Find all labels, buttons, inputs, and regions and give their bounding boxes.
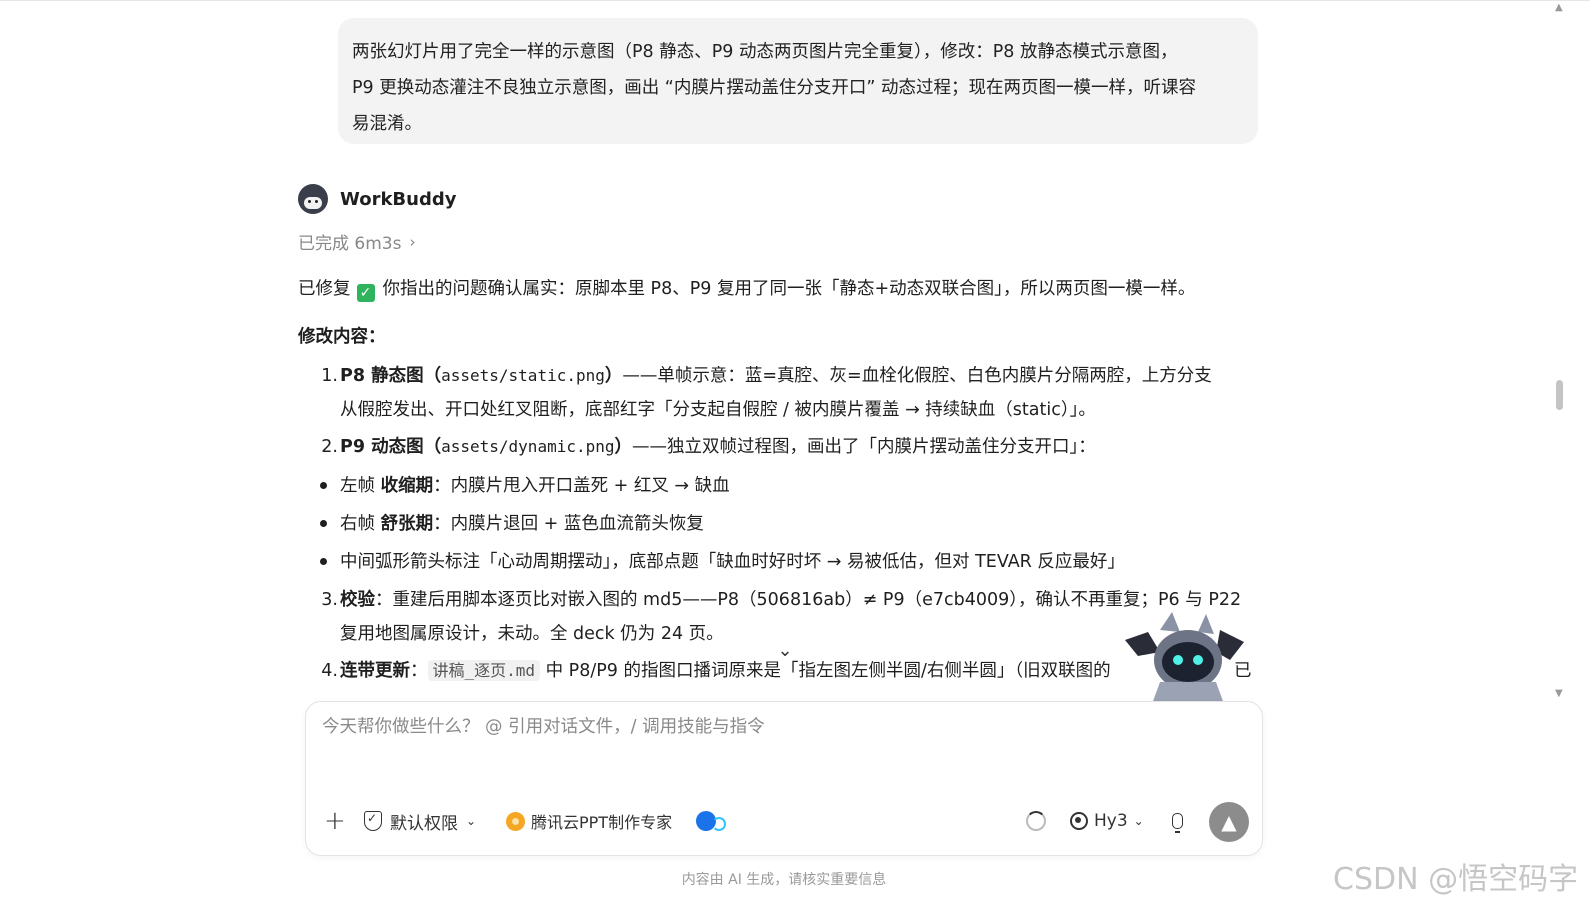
chevron-down-icon: ⌄ [1133, 814, 1144, 828]
user-message-bubble: 两张幻灯片用了完全一样的示意图（P8 静态、P9 动态两页图片完全重复），修改：… [338, 18, 1258, 144]
model-selector[interactable]: Hy3 ⌄ [1070, 806, 1144, 836]
assistant-logo-icon [696, 811, 726, 831]
bullet-dot [320, 520, 327, 527]
assistant-header: WorkBuddy [298, 183, 456, 215]
voice-input-button[interactable] [1172, 806, 1183, 836]
bullet-dot [320, 482, 327, 489]
watermark: CSDN @悟空码字 [1333, 862, 1579, 897]
completion-status-text: 已完成 6m3s [298, 234, 402, 254]
composer: + 默认权限 ⌄ 腾讯云PPT制作专家 Hy3 ⌄ ▲ [305, 701, 1263, 856]
microphone-icon [1172, 813, 1183, 833]
code-static-path: assets/static.png [441, 366, 605, 385]
list-item-continuation: 复用地图属原设计，未动。全 deck 仍为 24 页。 [340, 624, 724, 644]
permission-label: 默认权限 [390, 813, 458, 834]
chevron-down-icon: ⌄ [466, 814, 477, 828]
top-divider [0, 0, 1590, 1]
assistant-mode-button[interactable] [696, 806, 726, 836]
skill-avatar-icon [506, 811, 525, 831]
assistant-name: WorkBuddy [340, 188, 457, 210]
skill-label: 腾讯云PPT制作专家 [531, 813, 673, 832]
bullet-dot [320, 558, 327, 565]
model-logo-icon [1070, 812, 1088, 830]
section-title: 修改内容： [298, 327, 386, 347]
check-icon: ✓ [356, 284, 375, 302]
scroll-up-arrow-icon[interactable]: ▲ [1555, 2, 1563, 13]
list-item-continuation: 从假腔发出、开口处红叉阻断，底部红字「分支起自假腔 / 被内膜片覆盖 → 持续缺… [340, 400, 1096, 420]
code-script-file: 讲稿_逐页.md [427, 660, 541, 681]
model-label: Hy3 [1094, 811, 1128, 831]
scrollbar-thumb[interactable] [1556, 380, 1563, 410]
user-message-text: 两张幻灯片用了完全一样的示意图（P8 静态、P9 动态两页图片完全重复），修改：… [352, 42, 1197, 134]
permission-dropdown[interactable]: 默认权限 ⌄ [364, 806, 476, 836]
scroll-to-bottom-chevron-icon[interactable]: ⌄ [774, 640, 796, 662]
add-attachment-button[interactable]: + [324, 806, 346, 836]
mascot-robot-icon[interactable] [1120, 612, 1250, 704]
chat-input[interactable] [320, 716, 1224, 738]
assistant-avatar [298, 184, 328, 214]
shield-check-icon [364, 811, 382, 831]
skill-chip[interactable]: 腾讯云PPT制作专家 [506, 806, 672, 836]
send-button[interactable]: ▲ [1209, 802, 1249, 842]
fixed-summary: 已修复 ✓ 你指出的问题确认属实：原脚本里 P8、P9 复用了同一张「静态+动态双联… [298, 279, 1196, 302]
spinner-icon [1026, 811, 1046, 831]
code-dynamic-path: assets/dynamic.png [441, 437, 615, 456]
loading-indicator [1026, 806, 1046, 836]
chevron-right-icon: › [409, 232, 416, 251]
completion-status[interactable]: 已完成 6m3s › [298, 229, 416, 255]
scroll-down-arrow-icon[interactable]: ▼ [1555, 688, 1563, 699]
